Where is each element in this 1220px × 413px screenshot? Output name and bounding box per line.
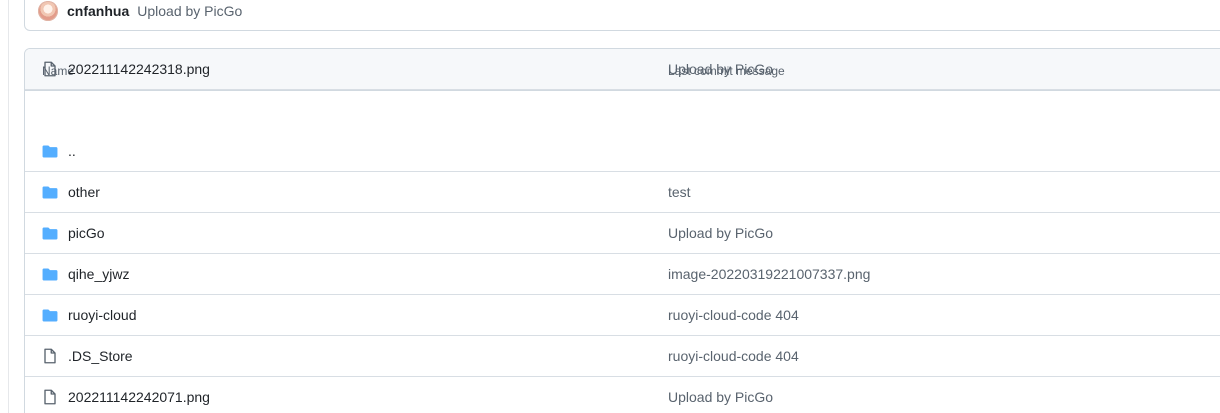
folder-icon	[42, 186, 58, 199]
row-commit-message-link[interactable]: ruoyi-cloud-code 404	[668, 307, 799, 324]
author-avatar[interactable]	[38, 1, 58, 21]
file-icon	[44, 348, 56, 364]
latest-commit-bar: cnfanhua Upload by PicGo	[24, 0, 1220, 31]
file-name-link[interactable]: 202211142242318.png	[68, 61, 210, 78]
row-commit-message-link[interactable]: Upload by PicGo	[668, 61, 773, 78]
file-row-picgo[interactable]: picGo Upload by PicGo	[25, 213, 1220, 254]
file-name-link[interactable]: picGo	[68, 225, 105, 242]
file-table: Name Last commit message .. other test p…	[24, 48, 1220, 413]
page-left-rule	[8, 0, 9, 413]
latest-commit-message-link[interactable]: Upload by PicGo	[137, 3, 242, 19]
file-icon	[44, 389, 56, 405]
row-commit-message-link[interactable]: Upload by PicGo	[668, 225, 773, 242]
file-row-qihe-yjwz[interactable]: qihe_yjwz image-20220319221007337.png	[25, 254, 1220, 295]
file-row-parent-directory[interactable]: ..	[25, 131, 1220, 172]
commit-author-link[interactable]: cnfanhua	[67, 3, 129, 19]
folder-icon	[42, 145, 58, 158]
file-name-link[interactable]: other	[68, 184, 100, 201]
row-commit-message-link[interactable]: image-20220319221007337.png	[668, 266, 870, 283]
file-row-ds-store[interactable]: .DS_Store ruoyi-cloud-code 404	[25, 336, 1220, 377]
folder-icon	[42, 268, 58, 281]
file-name-link[interactable]: ..	[68, 143, 76, 160]
folder-icon	[42, 227, 58, 240]
file-name-link[interactable]: 202211142242071.png	[68, 389, 210, 406]
file-row-202211142242071-png[interactable]: 202211142242071.png Upload by PicGo	[25, 377, 1220, 413]
file-row-202211142242318-png[interactable]: 202211142242318.png Upload by PicGo	[25, 49, 1220, 90]
folder-icon	[42, 309, 58, 322]
file-row-ruoyi-cloud[interactable]: ruoyi-cloud ruoyi-cloud-code 404	[25, 295, 1220, 336]
file-name-link[interactable]: .DS_Store	[68, 348, 133, 365]
row-commit-message-link[interactable]: Upload by PicGo	[668, 389, 773, 406]
row-commit-message-link[interactable]: ruoyi-cloud-code 404	[668, 348, 799, 365]
file-name-link[interactable]: qihe_yjwz	[68, 266, 129, 283]
row-commit-message-link[interactable]: test	[668, 184, 691, 201]
file-row-other[interactable]: other test	[25, 172, 1220, 213]
repository-file-browser: cnfanhua Upload by PicGo Name Last commi…	[0, 0, 1220, 413]
latest-commit-content: cnfanhua Upload by PicGo	[38, 0, 242, 22]
file-icon	[44, 61, 56, 77]
file-name-link[interactable]: ruoyi-cloud	[68, 307, 136, 324]
